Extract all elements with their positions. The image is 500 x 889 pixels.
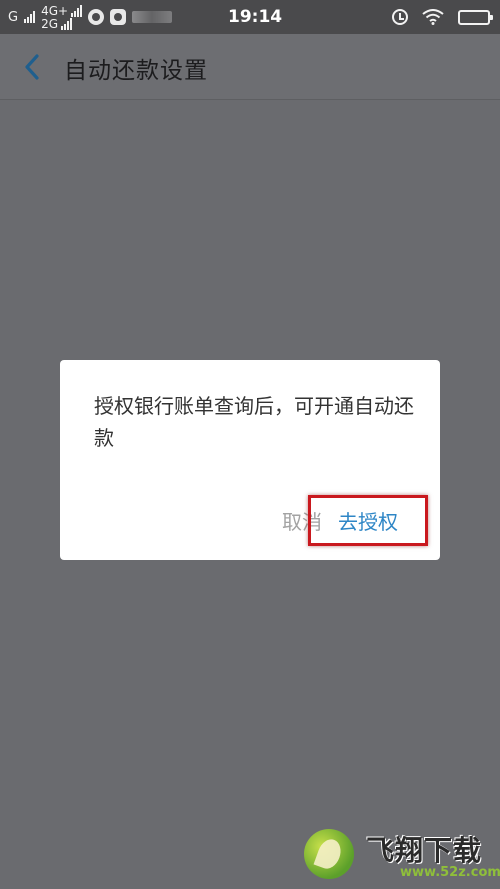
signal-icon <box>61 17 73 30</box>
authorize-button[interactable]: 去授权 <box>311 506 425 535</box>
watermark-url: www.52z.com <box>400 865 500 880</box>
watermark-text: 飞翔下载 <box>366 834 483 867</box>
watermark: 飞翔下载 www.52z.com <box>304 827 500 885</box>
wifi-icon <box>422 9 444 25</box>
status-bar-left: G 4G+ 2G <box>8 2 173 32</box>
highlight-box: 去授权 <box>308 495 428 546</box>
sim2-bottom-label: 2G <box>41 16 59 31</box>
chevron-left-icon <box>25 54 39 80</box>
signal-icon <box>24 11 36 23</box>
sim2-top-label: 4G+ <box>41 3 69 18</box>
app-header: 自动还款设置 <box>0 34 500 100</box>
sim2-signal: 4G+ 2G <box>41 3 83 31</box>
dialog-message: 授权银行账单查询后，可开通自动还款 <box>94 394 414 450</box>
blurred-notification-icon <box>132 11 173 23</box>
status-bar: G 4G+ 2G 19:14 <box>0 0 500 34</box>
status-time: 19:14 <box>228 7 283 27</box>
authorization-dialog: 授权银行账单查询后，可开通自动还款 取消 去授权 <box>60 360 440 560</box>
leaf-logo-icon <box>304 829 354 879</box>
signal-icon <box>71 4 83 17</box>
battery-icon <box>458 9 493 25</box>
back-button[interactable] <box>14 48 52 86</box>
alarm-icon <box>392 9 408 25</box>
status-bar-right <box>392 6 493 28</box>
page-title: 自动还款设置 <box>64 58 208 84</box>
notification-icon <box>110 9 127 25</box>
sim1-label: G <box>8 9 19 25</box>
notification-icon <box>88 9 105 25</box>
